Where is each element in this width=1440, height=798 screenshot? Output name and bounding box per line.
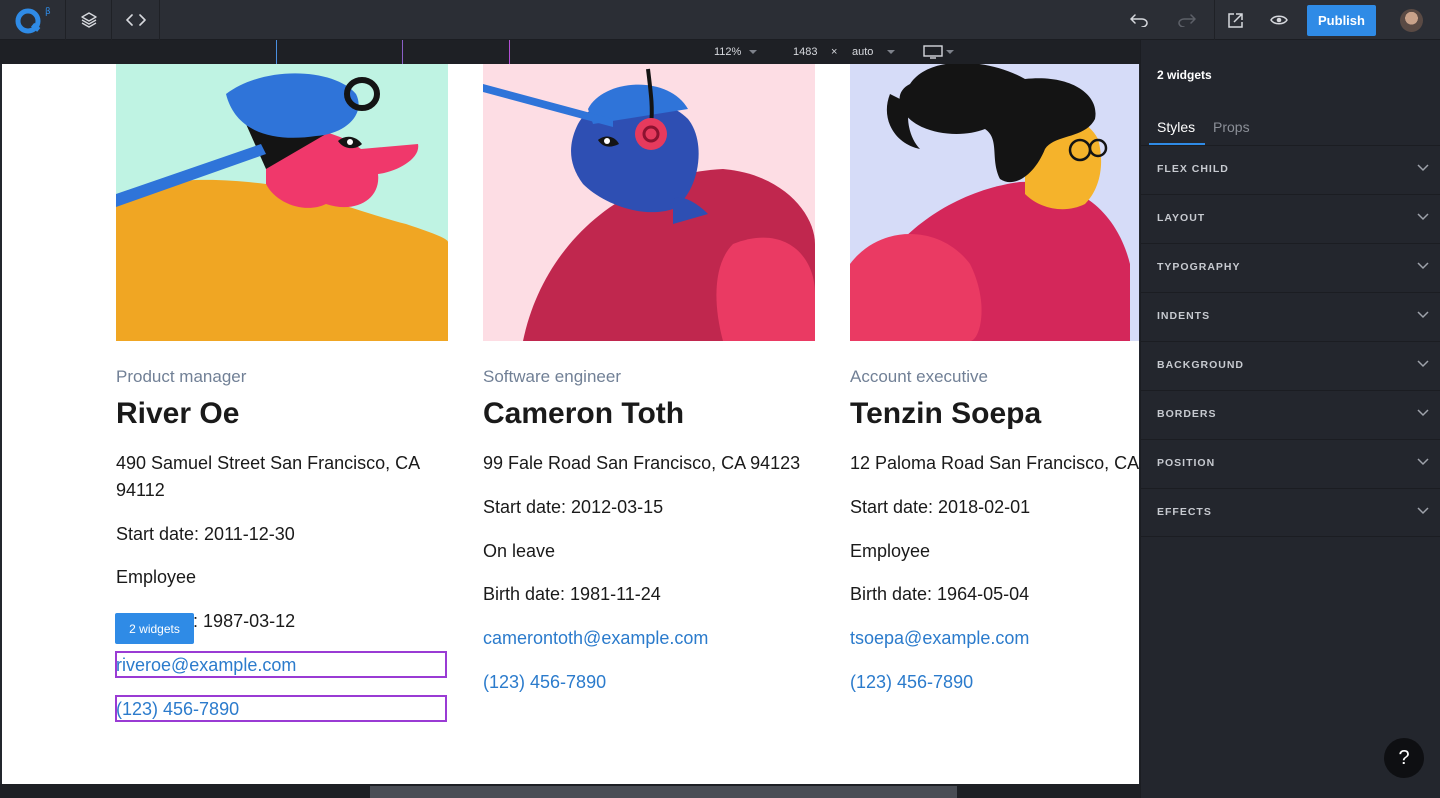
portrait-illustration: [483, 64, 815, 341]
portrait-illustration: [850, 64, 1139, 341]
avatar[interactable]: [1400, 9, 1423, 32]
chevron-down-icon: [1417, 311, 1429, 319]
page-canvas: Product manager River Oe 490 Samuel Stre…: [2, 64, 1139, 784]
card-birth-date: Birth date: 1981-11-24: [483, 584, 661, 604]
card-status: Employee: [116, 567, 197, 587]
chevron-down-icon: [946, 50, 954, 55]
section-label: INDENTS: [1157, 310, 1211, 322]
section-label: LAYOUT: [1157, 212, 1206, 224]
horizontal-scrollbar[interactable]: [0, 784, 1140, 798]
viewport-ruler: 112% 1483 × auto: [0, 40, 1140, 64]
card-role: Product manager: [116, 367, 247, 386]
external-link-icon: [1228, 12, 1243, 28]
breakpoint-marker[interactable]: [509, 40, 510, 64]
svg-text:β: β: [45, 7, 51, 17]
section-label: FLEX CHILD: [1157, 163, 1229, 175]
chevron-down-icon: [749, 50, 758, 55]
card-address-line: 99 Fale Road San Francisco, CA 94123: [483, 453, 801, 473]
properties-panel: 2 widgets Styles Props FLEX CHILD LAYOUT…: [1140, 40, 1440, 798]
card-email-link[interactable]: tsoepa@example.com: [850, 625, 1029, 652]
tab-styles[interactable]: Styles: [1157, 119, 1195, 135]
chevron-down-icon: [1417, 409, 1429, 417]
card-email-link[interactable]: camerontoth@example.com: [483, 625, 708, 652]
section-label: EFFECTS: [1157, 506, 1212, 518]
panel-title: 2 widgets: [1157, 68, 1212, 82]
chevron-down-icon: [1417, 507, 1429, 515]
card-status: Employee: [850, 541, 931, 561]
app-logo[interactable]: β: [0, 0, 66, 40]
card-start-date: Start date: 2012-03-15: [483, 497, 664, 517]
scrollbar-thumb[interactable]: [370, 786, 957, 798]
chevron-down-icon: [1417, 213, 1429, 221]
viewport-height-select[interactable]: auto: [852, 40, 896, 64]
chevron-down-icon: [1417, 360, 1429, 368]
section-effects[interactable]: EFFECTS: [1141, 488, 1440, 537]
section-borders[interactable]: BORDERS: [1141, 390, 1440, 439]
zoom-value: 112%: [714, 46, 742, 58]
code-button[interactable]: [112, 0, 160, 40]
card-name: Cameron Toth: [483, 397, 685, 430]
card-name: River Oe: [116, 397, 240, 430]
device-select[interactable]: [923, 44, 954, 60]
portrait-illustration: [116, 64, 448, 341]
section-typography[interactable]: TYPOGRAPHY: [1141, 243, 1440, 292]
section-label: BORDERS: [1157, 408, 1217, 420]
zoom-select[interactable]: 112%: [714, 40, 758, 64]
chevron-down-icon: [1417, 458, 1429, 466]
card-phone-link[interactable]: (123) 456-7890: [850, 669, 973, 696]
section-label: POSITION: [1157, 457, 1216, 469]
card-address-line: 94112: [116, 480, 165, 500]
tab-props[interactable]: Props: [1213, 119, 1250, 135]
viewport-height-value: auto: [852, 46, 874, 58]
section-label: BACKGROUND: [1157, 359, 1244, 371]
layers-button[interactable]: [66, 0, 112, 40]
card-role: Account executive: [850, 367, 988, 386]
publish-button[interactable]: Publish: [1307, 5, 1376, 36]
section-position[interactable]: POSITION: [1141, 439, 1440, 488]
eye-icon: [1270, 15, 1288, 25]
chevron-down-icon: [887, 50, 896, 55]
section-background[interactable]: BACKGROUND: [1141, 341, 1440, 390]
top-toolbar: β Publish: [0, 0, 1440, 40]
layers-icon: [80, 12, 97, 28]
selection-outline[interactable]: [115, 651, 447, 678]
redo-icon: [1178, 14, 1196, 27]
card-birth-date: Birth date: 1964-05-04: [850, 584, 1030, 604]
section-indents[interactable]: INDENTS: [1141, 292, 1440, 341]
card-phone-link[interactable]: (123) 456-7890: [483, 669, 606, 696]
chevron-down-icon: [1417, 164, 1429, 172]
chevron-down-icon: [1417, 262, 1429, 270]
section-layout[interactable]: LAYOUT: [1141, 194, 1440, 243]
desktop-icon: [923, 45, 943, 59]
undo-button[interactable]: [1118, 0, 1160, 40]
viewport-width-input[interactable]: 1483: [793, 40, 817, 64]
times-sign: ×: [831, 46, 838, 58]
card-role: Software engineer: [483, 367, 621, 386]
logo-icon: β: [15, 7, 51, 34]
section-flex-child[interactable]: FLEX CHILD: [1141, 145, 1440, 194]
redo-button[interactable]: [1166, 0, 1208, 40]
card-start-date: Start date: 2011-12-30: [116, 524, 295, 544]
card-name: Tenzin Soepa: [850, 397, 1042, 430]
preview-button[interactable]: [1258, 0, 1300, 40]
card-status: On leave: [483, 541, 556, 561]
code-icon: [125, 14, 146, 26]
card-address-line: 12 Paloma Road San Francisco, CA 9: [850, 453, 1139, 473]
help-button[interactable]: ?: [1384, 738, 1424, 778]
card-start-date: Start date: 2018-02-01: [850, 497, 1031, 517]
selection-tag[interactable]: 2 widgets: [115, 613, 194, 644]
breakpoint-marker[interactable]: [276, 40, 277, 64]
open-preview-button[interactable]: [1214, 0, 1256, 40]
style-sections: FLEX CHILD LAYOUT TYPOGRAPHY INDENTS BAC…: [1141, 145, 1440, 537]
selection-outline[interactable]: [115, 695, 447, 722]
section-label: TYPOGRAPHY: [1157, 261, 1241, 273]
card-address-line: 490 Samuel Street San Francisco, CA: [116, 453, 421, 473]
undo-icon: [1130, 14, 1148, 27]
breakpoint-marker[interactable]: [402, 40, 403, 64]
